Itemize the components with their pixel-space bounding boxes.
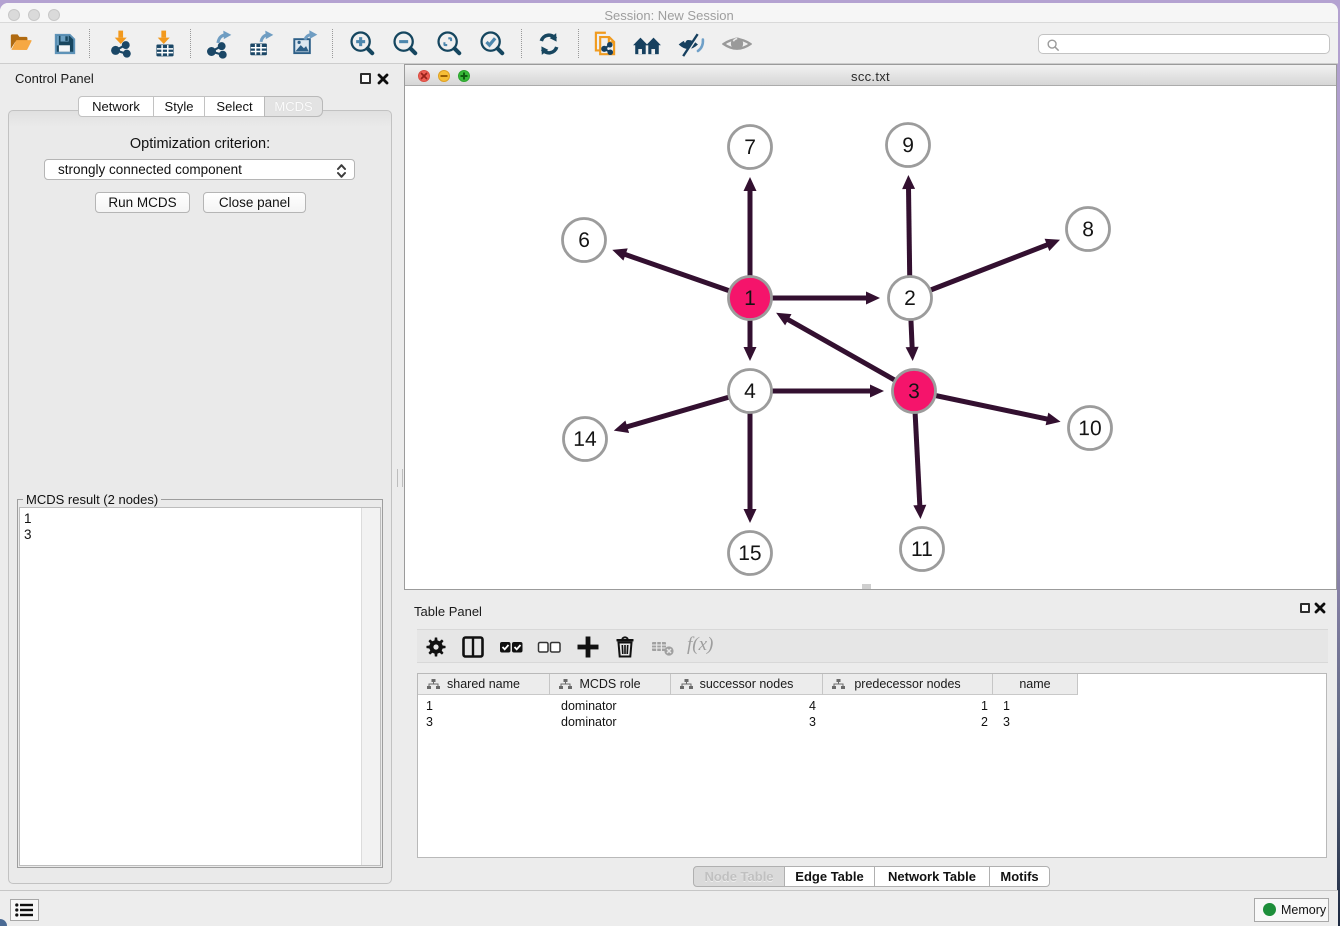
svg-text:1: 1 <box>744 287 756 310</box>
svg-text:14: 14 <box>573 428 597 451</box>
svg-text:4: 4 <box>744 380 756 403</box>
svg-text:7: 7 <box>744 136 756 159</box>
svg-text:2: 2 <box>904 287 916 310</box>
svg-text:11: 11 <box>911 538 933 561</box>
svg-text:15: 15 <box>738 542 761 565</box>
svg-text:8: 8 <box>1082 218 1094 241</box>
svg-text:10: 10 <box>1078 417 1101 440</box>
svg-text:9: 9 <box>902 134 914 157</box>
svg-text:3: 3 <box>908 380 920 403</box>
svg-text:6: 6 <box>578 229 590 252</box>
